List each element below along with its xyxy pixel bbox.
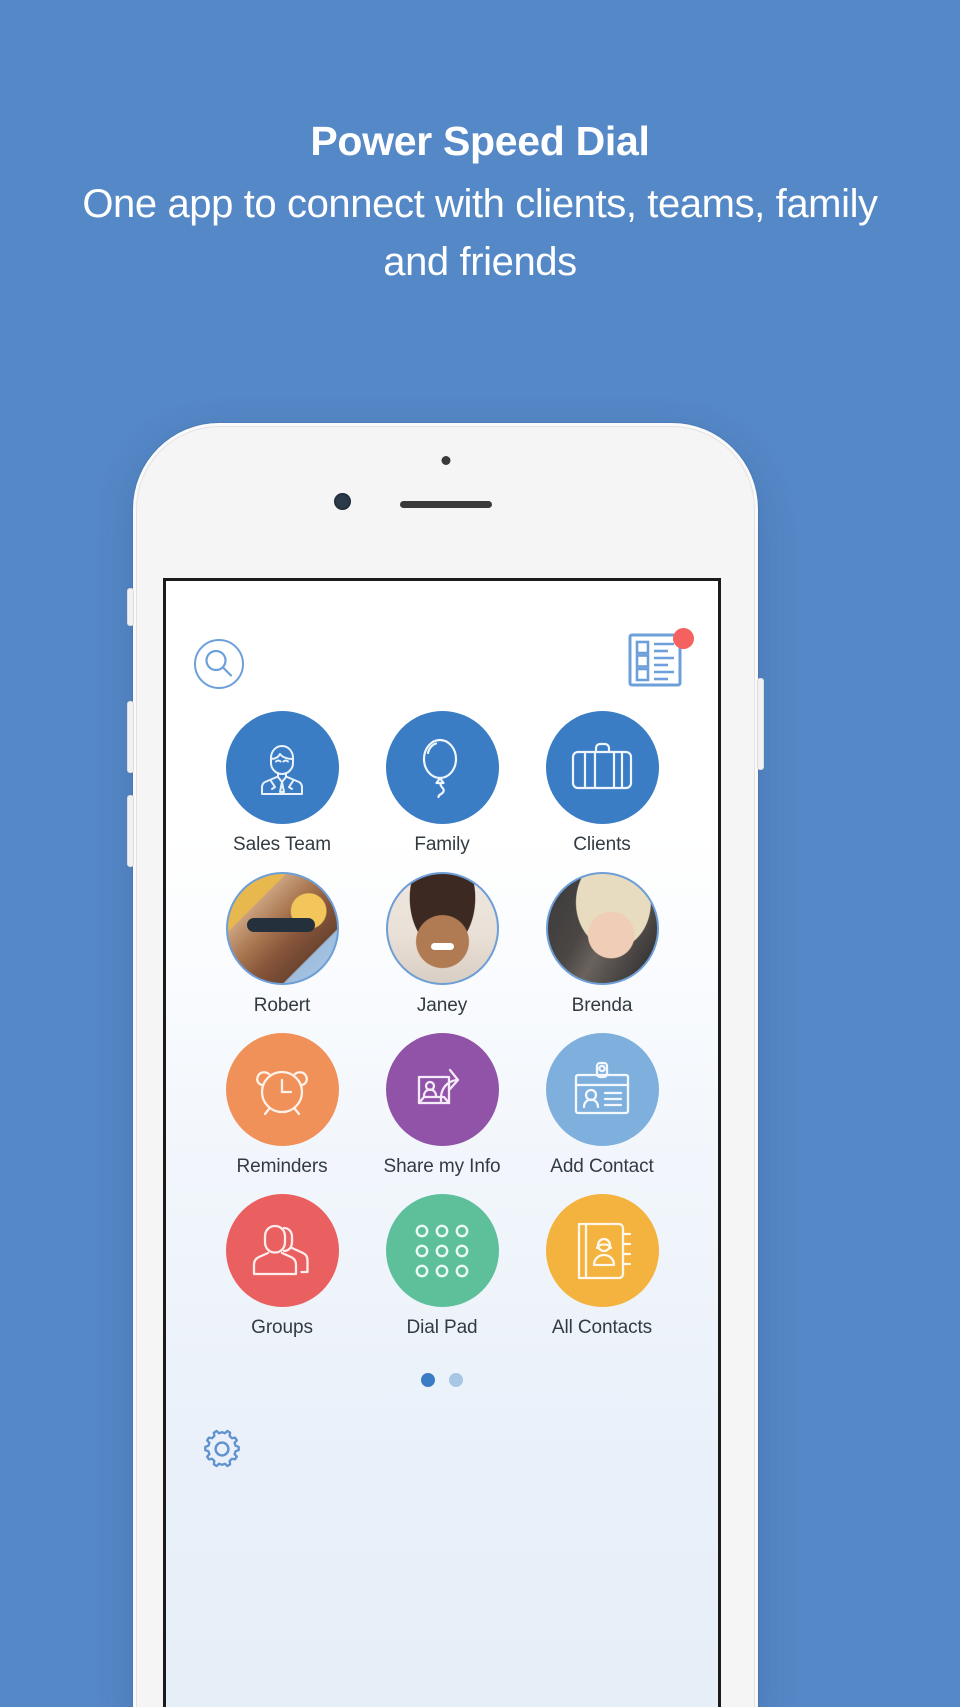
app-footer [166,1427,718,1471]
tile-clients[interactable]: Clients [527,711,677,856]
headline-block: Power Speed Dial One app to connect with… [0,118,960,291]
phone-silent-switch [127,588,134,626]
id-badge-icon [574,1061,630,1114]
tile-share-my-info[interactable]: Share my Info [367,1033,517,1178]
page-dot-active[interactable] [421,1373,435,1387]
share-card-icon [417,1068,460,1104]
dialpad-icon [415,1224,469,1277]
speed-dial-grid: Sales Team Family Clients Robert Janey B… [166,711,718,1339]
address-book-icon [577,1222,631,1279]
page-indicator [166,1373,718,1387]
tile-icon-circle [225,1194,339,1307]
tile-contact-janey[interactable]: Janey [367,872,517,1017]
earpiece-speaker [399,501,492,508]
notification-badge [673,628,694,649]
tile-label: Janey [416,995,468,1016]
phone-volume-down-button [127,795,134,867]
headline-title: Power Speed Dial [310,118,650,164]
page-dot[interactable] [449,1373,463,1387]
tile-contact-brenda[interactable]: Brenda [527,872,677,1017]
tile-icon-circle [385,1194,499,1307]
alarm-clock-icon [256,1070,308,1115]
tile-sales-team[interactable]: Sales Team [207,711,357,856]
gear-icon [204,1429,240,1468]
front-camera [334,493,351,510]
avatar [545,872,659,985]
phone-power-button [757,678,764,770]
proximity-sensor [441,456,450,465]
tile-label: Robert [253,995,311,1016]
tile-label: Clients [573,834,631,855]
headline-subtitle: One app to connect with clients, teams, … [82,182,878,285]
tile-groups[interactable]: Groups [207,1194,357,1339]
tile-label: Share my Info [383,1156,501,1177]
tile-label: Dial Pad [406,1317,478,1338]
tile-label: Groups [251,1317,313,1338]
phone-screen: Sales Team Family Clients Robert Janey B… [163,578,721,1707]
tile-label: Sales Team [233,834,331,855]
phone-volume-up-button [127,701,134,773]
tile-label: Add Contact [550,1156,654,1177]
settings-button[interactable] [200,1427,244,1471]
app-topbar [166,581,718,711]
tile-label: All Contacts [551,1317,653,1338]
tile-dial-pad[interactable]: Dial Pad [367,1194,517,1339]
tile-contact-robert[interactable]: Robert [207,872,357,1017]
checklist-button[interactable] [628,628,694,693]
businessman-icon [261,744,303,795]
tile-family[interactable]: Family [367,711,517,856]
search-icon [194,639,244,689]
balloon-icon [422,738,458,798]
tile-icon-circle [385,1033,499,1146]
tile-icon-circle [385,711,499,824]
briefcase-icon [571,742,633,789]
tile-icon-circle [225,711,339,824]
tile-add-contact[interactable]: Add Contact [527,1033,677,1178]
avatar [385,872,499,985]
phone-mockup: Sales Team Family Clients Robert Janey B… [127,423,764,1707]
tile-label: Brenda [571,995,633,1016]
tile-reminders[interactable]: Reminders [207,1033,357,1178]
tile-label: Reminders [236,1156,328,1177]
avatar [225,872,339,985]
people-icon [252,1224,309,1275]
tile-icon-circle [545,711,659,824]
tile-label: Family [414,834,470,855]
tile-icon-circle [225,1033,339,1146]
tile-icon-circle [545,1194,659,1307]
search-button[interactable] [193,638,245,690]
tile-icon-circle [545,1033,659,1146]
tile-all-contacts[interactable]: All Contacts [527,1194,677,1339]
